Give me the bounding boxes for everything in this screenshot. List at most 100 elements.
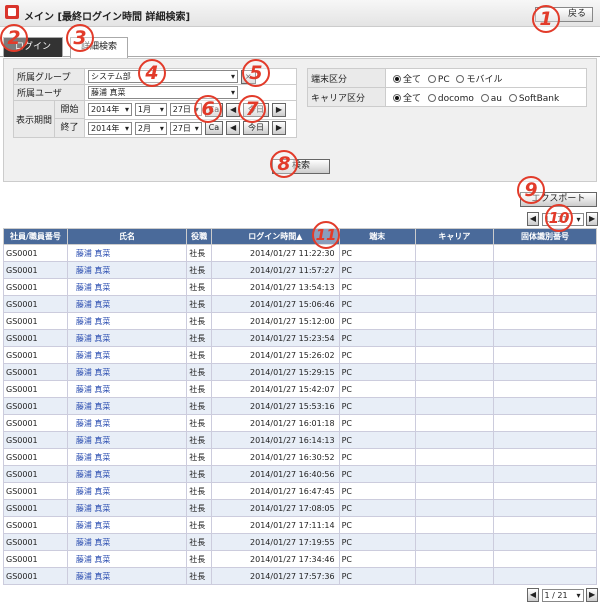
login-time-cell: 2014/01/27 15:23:54	[210, 329, 340, 347]
employee-id-cell: GS0001	[3, 448, 68, 466]
carrier-au-radio[interactable]	[480, 94, 489, 102]
carrier-cell	[414, 363, 495, 381]
name-link[interactable]: 藤浦 真菜	[66, 380, 188, 398]
name-link[interactable]: 藤浦 真菜	[66, 465, 188, 483]
pager-bottom-prev-button[interactable]: ◀	[527, 588, 539, 602]
device-id-cell	[493, 499, 597, 517]
name-link[interactable]: 藤浦 真菜	[66, 516, 188, 534]
employee-id-cell: GS0001	[3, 567, 68, 585]
terminal-cell: PC	[338, 465, 416, 483]
carrier-cell	[414, 346, 495, 364]
terminal-cell: PC	[338, 380, 416, 398]
end-today-button[interactable]: 今日	[243, 121, 270, 136]
column-header: 端末	[338, 228, 416, 245]
carrier-cell	[414, 482, 495, 500]
carrier-cell	[414, 397, 495, 415]
callout-badge-2: 2	[0, 24, 28, 52]
name-link[interactable]: 藤浦 真菜	[66, 550, 188, 568]
terminal-mobile-radio[interactable]	[456, 75, 465, 83]
name-link[interactable]: 藤浦 真菜	[66, 346, 188, 364]
carrier-cell	[414, 380, 495, 398]
name-link[interactable]: 藤浦 真菜	[66, 278, 188, 296]
end-year-select[interactable]: 2014年	[88, 121, 132, 135]
login-time-cell: 2014/01/27 15:42:07	[210, 380, 340, 398]
end-next-button[interactable]: ▶	[271, 121, 287, 136]
name-link[interactable]: 藤浦 真菜	[66, 244, 188, 262]
carrier-cell	[414, 261, 495, 279]
name-link[interactable]: 藤浦 真菜	[66, 295, 188, 313]
terminal-all-radio[interactable]	[393, 75, 401, 83]
callout-badge-4: 4	[138, 59, 166, 87]
login-time-cell: 2014/01/27 15:06:46	[210, 295, 340, 313]
terminal-cell: PC	[338, 533, 416, 551]
pager-top-next-button[interactable]: ▶	[586, 212, 599, 226]
table-row: GS0001 藤浦 真菜 社長 2014/01/27 11:22:30 PC	[3, 244, 597, 262]
name-link[interactable]: 藤浦 真菜	[66, 567, 188, 585]
pager-bottom-select[interactable]: 1 / 21	[541, 588, 584, 602]
table-row: GS0001 藤浦 真菜 社長 2014/01/27 13:54:13 PC	[3, 278, 597, 296]
terminal-cell: PC	[338, 499, 416, 517]
carrier-softbank-radio[interactable]	[508, 94, 517, 102]
position-cell: 社長	[186, 397, 212, 415]
name-link[interactable]: 藤浦 真菜	[66, 397, 188, 415]
device-id-cell	[493, 533, 597, 551]
name-link[interactable]: 藤浦 真菜	[66, 431, 188, 449]
end-day-select[interactable]: 27日	[169, 121, 202, 135]
table-row: GS0001 藤浦 真菜 社長 2014/01/27 17:57:36 PC	[3, 567, 597, 585]
callout-badge-1: 1	[532, 5, 560, 33]
device-id-cell	[493, 550, 597, 568]
page-title: メイン [最終ログイン時間 詳細検索]	[24, 12, 191, 23]
employee-id-cell: GS0001	[3, 533, 68, 551]
position-cell: 社長	[186, 448, 212, 466]
login-time-cell: 2014/01/27 16:30:52	[210, 448, 340, 466]
terminal-cell: PC	[338, 516, 416, 534]
device-id-cell	[493, 312, 597, 330]
pager-top-prev-button[interactable]: ◀	[527, 212, 539, 226]
end-prev-button[interactable]: ◀	[226, 121, 241, 136]
employee-id-cell: GS0001	[3, 431, 68, 449]
name-link[interactable]: 藤浦 真菜	[66, 329, 188, 347]
pager-bottom-next-button[interactable]: ▶	[586, 588, 599, 602]
carrier-label: キャリア区分	[307, 87, 386, 107]
table-header-row: 社員/職員番号 氏名 役職 ログイン時間▲ 端末 キャリア 固体識別番号	[3, 228, 597, 245]
employee-id-cell: GS0001	[3, 465, 68, 483]
position-cell: 社長	[186, 482, 212, 500]
name-link[interactable]: 藤浦 真菜	[66, 312, 188, 330]
callout-badge-5: 5	[242, 59, 270, 87]
carrier-docomo-radio[interactable]	[427, 94, 436, 102]
terminal-cell: PC	[338, 448, 416, 466]
name-link[interactable]: 藤浦 真菜	[66, 363, 188, 381]
start-year-select[interactable]: 2014年	[88, 103, 132, 117]
login-time-cell: 2014/01/27 15:26:02	[210, 346, 340, 364]
terminal-cell: PC	[338, 278, 416, 296]
name-link[interactable]: 藤浦 真菜	[66, 414, 188, 432]
name-link[interactable]: 藤浦 真菜	[66, 499, 188, 517]
login-time-cell: 2014/01/27 13:54:13	[210, 278, 340, 296]
name-link[interactable]: 藤浦 真菜	[66, 482, 188, 500]
carrier-all-radio[interactable]	[393, 94, 401, 102]
device-id-cell	[493, 363, 597, 381]
position-cell: 社長	[186, 380, 212, 398]
start-next-button[interactable]: ▶	[271, 102, 287, 117]
device-id-cell	[493, 465, 597, 483]
terminal-pc-radio[interactable]	[427, 75, 436, 83]
name-link[interactable]: 藤浦 真菜	[66, 533, 188, 551]
end-month-select[interactable]: 2月	[134, 121, 167, 135]
carrier-cell	[414, 550, 495, 568]
position-cell: 社長	[186, 295, 212, 313]
name-link[interactable]: 藤浦 真菜	[66, 261, 188, 279]
pager-bottom: ◀ 1 / 21 ▶	[527, 588, 599, 602]
position-cell: 社長	[186, 465, 212, 483]
login-time-cell: 2014/01/27 17:34:46	[210, 550, 340, 568]
login-time-cell: 2014/01/27 16:14:13	[210, 431, 340, 449]
terminal-cell: PC	[338, 414, 416, 432]
terminal-cell: PC	[338, 482, 416, 500]
employee-id-cell: GS0001	[3, 482, 68, 500]
table-row: GS0001 藤浦 真菜 社長 2014/01/27 17:19:55 PC	[3, 533, 597, 551]
column-header: 役職	[186, 228, 212, 245]
position-cell: 社長	[186, 499, 212, 517]
name-link[interactable]: 藤浦 真菜	[66, 448, 188, 466]
device-id-cell	[493, 431, 597, 449]
end-calendar-button[interactable]: Ca	[204, 121, 224, 136]
start-month-select[interactable]: 1月	[134, 103, 167, 117]
